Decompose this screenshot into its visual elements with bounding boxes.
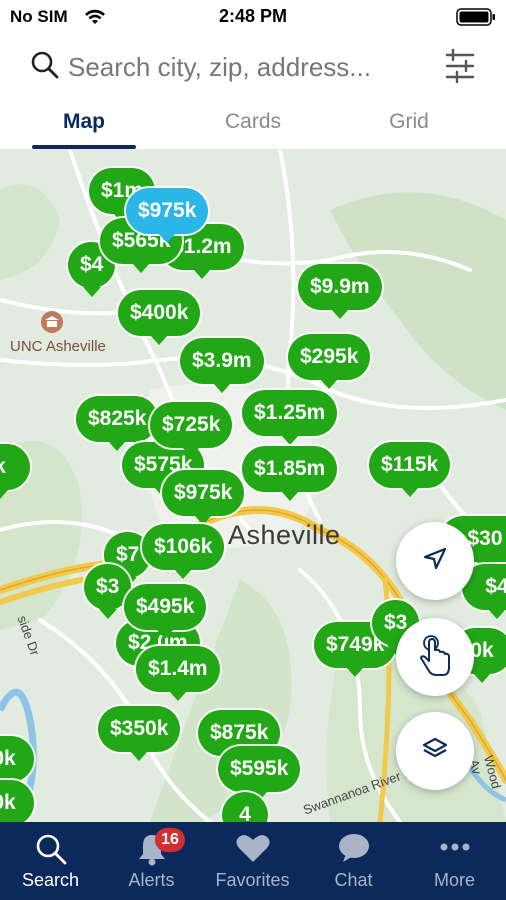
bottom-tab-bar: Search 16 Alerts Favorites Chat More [0, 822, 506, 900]
price-pin[interactable]: $725k [150, 402, 233, 457]
tab-map[interactable]: Map [14, 110, 154, 134]
price-pin-selected[interactable]: $975k [126, 188, 209, 243]
price-pin[interactable]: $9.9m [298, 264, 382, 319]
alerts-count-badge: 16 [155, 828, 185, 852]
price-pin[interactable]: $975k [162, 470, 245, 525]
nav-search[interactable]: Search [0, 822, 101, 900]
price-pin[interactable]: $106k [142, 524, 225, 579]
nav-label: Alerts [128, 870, 175, 890]
price-pin[interactable]: $1.85m [242, 446, 338, 501]
search-icon [0, 832, 101, 866]
price-pin[interactable]: $825k [76, 396, 159, 451]
locate-me-button[interactable] [396, 522, 474, 600]
hand-pointer-icon [417, 633, 453, 682]
tab-cards[interactable]: Cards [183, 110, 323, 134]
poi-label: UNC Asheville [10, 338, 106, 355]
city-label: Asheville [228, 520, 341, 550]
nav-label: Chat [334, 870, 373, 890]
search-icon [30, 50, 60, 85]
price-pin[interactable]: $1.25m [242, 390, 338, 445]
status-bar: No SIM 2:48 PM [0, 0, 506, 34]
price-pin[interactable]: $400k [118, 290, 201, 345]
nav-favorites[interactable]: Favorites [202, 822, 303, 900]
filter-sliders-icon[interactable] [444, 48, 476, 89]
draw-search-button[interactable] [396, 618, 474, 696]
active-tab-indicator [32, 145, 136, 149]
battery-icon [456, 8, 496, 31]
search-input[interactable] [68, 49, 428, 85]
price-pin[interactable]: $495k [124, 584, 207, 639]
search-bar [0, 34, 506, 96]
nav-label: Search [21, 870, 80, 890]
map-layers-button[interactable] [396, 712, 474, 790]
price-pin[interactable]: $115k [369, 442, 451, 497]
more-icon [404, 842, 505, 852]
nav-chat[interactable]: Chat [303, 822, 404, 900]
bell-icon [101, 832, 202, 866]
price-pin[interactable]: $3.9m [180, 338, 264, 393]
heart-icon [202, 832, 303, 864]
nav-more[interactable]: More [404, 822, 505, 900]
nav-alerts[interactable]: 16 Alerts [101, 822, 202, 900]
layers-icon [421, 735, 449, 768]
chat-icon [303, 832, 404, 864]
view-tabs: Map Cards Grid [0, 96, 506, 150]
map-view[interactable]: UNC Asheville Asheville side Dr Swannano… [0, 150, 506, 822]
nav-label: More [433, 870, 475, 890]
location-arrow-icon [422, 546, 448, 577]
tab-grid[interactable]: Grid [339, 110, 479, 134]
nav-label: Favorites [215, 870, 290, 890]
price-pin[interactable]: $595k [218, 746, 301, 801]
university-icon [40, 310, 64, 339]
price-pin[interactable]: $1.4m [136, 646, 220, 701]
status-time: 2:48 PM [218, 6, 288, 26]
price-pin[interactable]: $295k [288, 334, 371, 389]
price-pin[interactable]: $350k [98, 706, 181, 761]
